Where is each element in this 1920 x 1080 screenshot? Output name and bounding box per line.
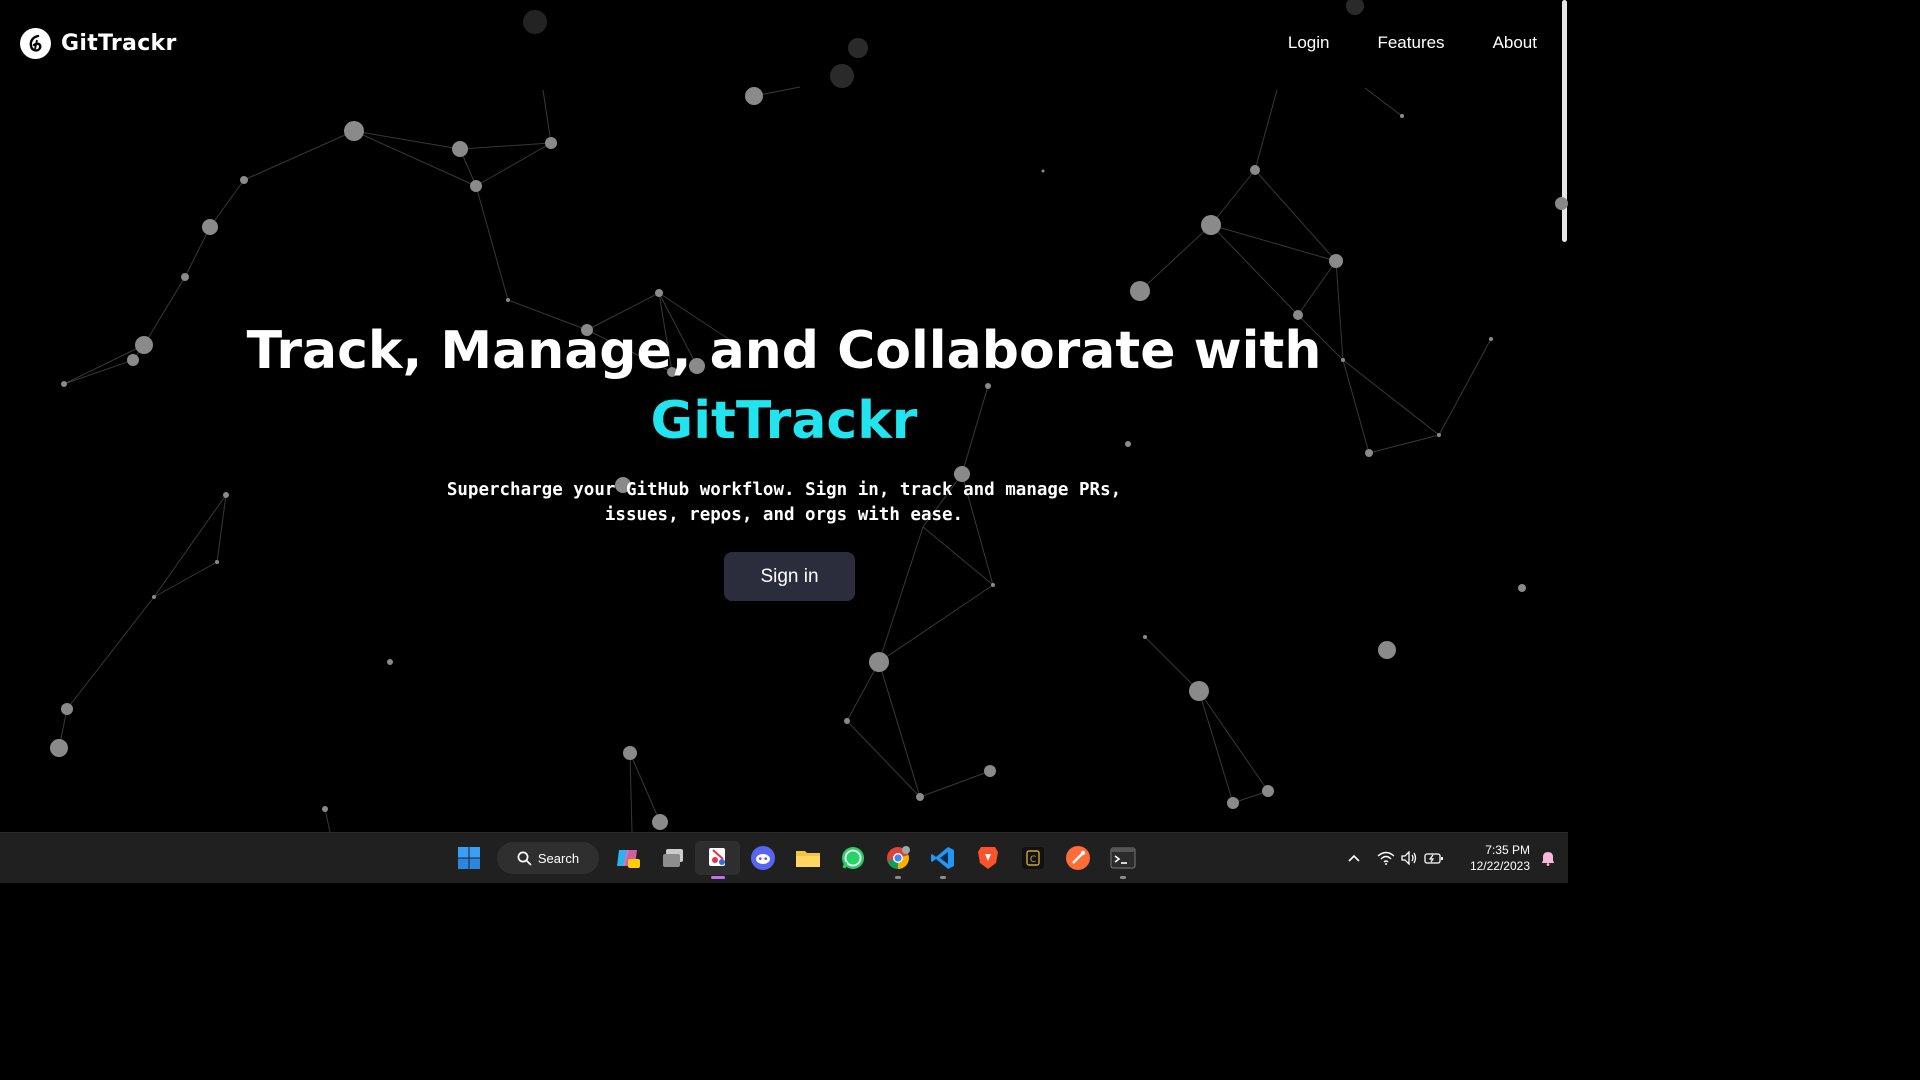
task-view-icon[interactable]	[650, 841, 695, 875]
hero-title-line: Track, Manage, and Collaborate with	[246, 321, 1322, 381]
hero-section: Track, Manage, and Collaborate with GitT…	[0, 316, 1568, 528]
brave-icon[interactable]	[965, 841, 1010, 875]
clock-date: 12/22/2023	[1469, 859, 1530, 873]
running-indicator	[939, 876, 946, 879]
chrome-icon[interactable]	[875, 841, 920, 879]
running-indicator	[894, 876, 901, 879]
windows-terminal-icon[interactable]	[1100, 841, 1145, 879]
snipping-tool-icon[interactable]	[695, 841, 740, 879]
system-tray: 7:35 PM 12/22/2023	[1342, 833, 1568, 883]
clock[interactable]: 7:35 PM 12/22/2023	[1452, 842, 1530, 874]
active-indicator	[710, 876, 725, 879]
edge-dot-decoration	[1555, 197, 1568, 210]
hero-title-brand: GitTrackr	[650, 391, 918, 451]
page-scrollbar[interactable]	[1560, 0, 1568, 832]
vscode-icon[interactable]	[920, 841, 965, 879]
chevron-up-icon[interactable]	[1342, 853, 1366, 863]
search-icon	[517, 851, 532, 866]
nav-login-link[interactable]: Login	[1288, 33, 1330, 53]
hero-subtitle: Supercharge your GitHub workflow. Sign i…	[446, 480, 1122, 525]
notification-bell-icon[interactable]	[1536, 850, 1560, 866]
file-explorer-icon[interactable]	[785, 841, 830, 875]
taskbar-search[interactable]: Search	[497, 842, 599, 874]
clock-time: 7:35 PM	[1485, 843, 1530, 857]
terminal-app-icon[interactable]: C	[1010, 841, 1055, 875]
brand-name: GitTrackr	[61, 31, 177, 56]
nav-features-link[interactable]: Features	[1377, 33, 1444, 53]
search-label: Search	[537, 850, 580, 866]
brand-logo[interactable]: GitTrackr	[20, 28, 177, 59]
sign-in-button[interactable]: Sign in	[724, 552, 855, 601]
battery-icon[interactable]	[1422, 851, 1446, 865]
nav-links: Login Features About	[1288, 33, 1537, 53]
nav-about-link[interactable]: About	[1493, 33, 1537, 53]
discord-icon[interactable]	[740, 841, 785, 875]
gittrackr-logo-icon	[20, 28, 51, 59]
wifi-icon[interactable]	[1374, 851, 1398, 865]
taskbar-apps: Search C	[446, 841, 1145, 879]
postman-icon[interactable]	[1055, 841, 1100, 875]
running-indicator	[1119, 876, 1126, 879]
windows-taskbar: Search C 7:35 PM 12/22/2023	[0, 832, 1568, 883]
whatsapp-icon[interactable]	[830, 841, 875, 875]
copilot-icon[interactable]	[605, 841, 650, 875]
windows-start-icon[interactable]	[446, 841, 491, 875]
hero-title: Track, Manage, and Collaborate with GitT…	[0, 316, 1568, 456]
top-navbar: GitTrackr Login Features About	[0, 0, 1568, 88]
volume-icon[interactable]	[1398, 851, 1422, 865]
svg-text:C: C	[1029, 855, 1035, 865]
